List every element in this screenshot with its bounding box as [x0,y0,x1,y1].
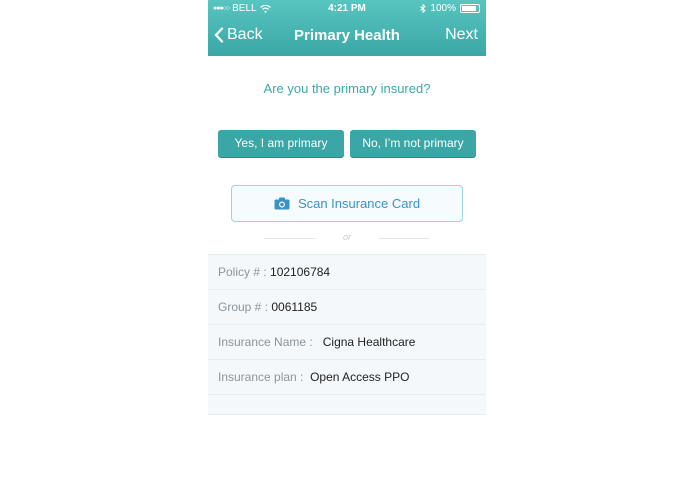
battery-icon [460,4,480,13]
not-primary-button[interactable]: No, I’m not primary [350,130,476,157]
empty-row [208,394,486,414]
insurance-plan-row[interactable]: Insurance plan : Open Access PPO [208,359,486,394]
insurance-name-label: Insurance Name : [218,335,313,349]
insurance-plan-value: Open Access PPO [310,370,410,384]
scan-label: Scan Insurance Card [297,196,421,211]
insurance-fields-list: Policy # : 102106784 Group # : 0061185 I… [208,254,486,415]
insurance-name-row[interactable]: Insurance Name : Cigna Healthcare [208,324,486,359]
next-button[interactable]: Next [445,26,478,44]
group-number-value: 0061185 [271,300,318,314]
yes-primary-button[interactable]: Yes, I am primary [218,130,344,157]
policy-number-value: 102106784 [270,265,331,279]
status-bar: ●●●○○ BELL 4:21 PM 100% [208,0,486,18]
or-text: or [342,232,351,242]
policy-number-row[interactable]: Policy # : 102106784 [208,254,486,289]
phone-screen: ●●●○○ BELL 4:21 PM 100% Back Primary Hea… [208,0,486,494]
status-right: 100% [420,3,480,14]
insurance-plan-label: Insurance plan : [218,370,304,384]
bluetooth-icon [420,4,427,13]
policy-number-label: Policy # : [218,265,267,279]
camera-icon [274,197,290,210]
group-number-label: Group # : [218,300,269,314]
insurance-name-value: Cigna Healthcare [322,335,416,349]
top-bar: ●●●○○ BELL 4:21 PM 100% Back Primary Hea… [208,0,486,56]
primary-insured-question: Are you the primary insured? [263,81,431,96]
group-number-row[interactable]: Group # : 0061185 [208,289,486,324]
divider-line-right [378,238,430,239]
battery-percent: 100% [430,3,456,14]
scan-insurance-card-button[interactable]: Scan Insurance Card [231,185,463,222]
or-divider: or [208,232,486,244]
navigation-bar: Back Primary Health Next [208,22,486,52]
list-bottom-border [208,414,486,415]
